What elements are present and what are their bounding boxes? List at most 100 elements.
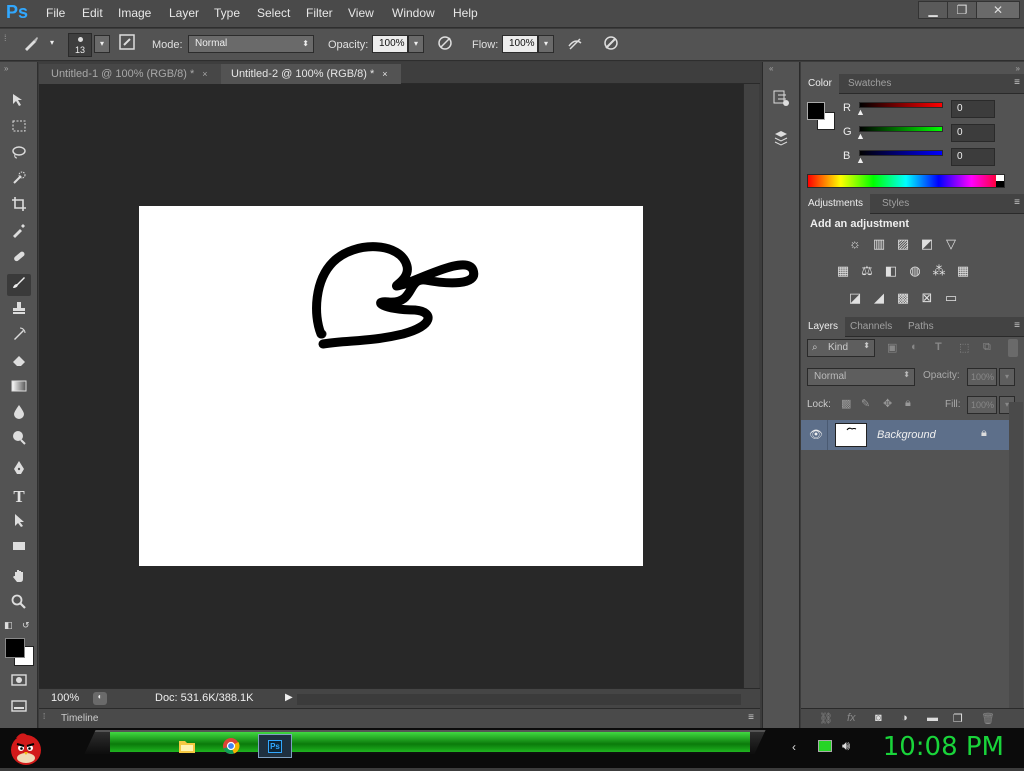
filter-pixel-icon[interactable]: ▣ — [887, 341, 897, 354]
healing-brush-tool-icon[interactable] — [7, 248, 31, 270]
menu-window[interactable]: Window — [392, 6, 435, 20]
selective-color-icon[interactable]: ▭ — [941, 289, 961, 307]
explorer-folder-icon[interactable] — [178, 738, 196, 754]
new-adjustment-layer-icon[interactable]: ◑ — [901, 712, 908, 724]
layer-kind-filter[interactable]: ⌕ Kind ⬍ — [807, 339, 875, 357]
brush-preset-icon[interactable] — [20, 34, 42, 56]
brush-panel-toggle-icon[interactable] — [116, 34, 138, 56]
close-icon[interactable]: × — [202, 69, 207, 79]
tab-layers[interactable]: Layers — [801, 317, 846, 337]
taskbar-clock[interactable]: 10:08 PM — [883, 732, 1004, 762]
chrome-icon[interactable] — [222, 737, 240, 755]
opacity-dropdown-icon[interactable]: ▾ — [999, 368, 1015, 386]
lock-position-icon[interactable]: ✥ — [883, 397, 892, 410]
brightness-contrast-icon[interactable]: ☼ — [845, 235, 865, 253]
menu-help[interactable]: Help — [453, 6, 478, 20]
timeline-label[interactable]: Timeline — [61, 713, 98, 724]
delete-layer-icon[interactable]: 🗑︎ — [981, 712, 995, 725]
quick-selection-tool-icon[interactable] — [7, 170, 31, 192]
collapse-strip-icon[interactable]: « — [769, 64, 773, 73]
marquee-tool-icon[interactable] — [7, 118, 31, 140]
levels-icon[interactable]: ▥ — [869, 235, 889, 253]
brush-preset-dropdown-icon[interactable]: ▾ — [44, 35, 60, 53]
menu-select[interactable]: Select — [257, 6, 290, 20]
layers-scrollbar[interactable] — [1009, 402, 1023, 710]
filter-shape-icon[interactable]: ⬚ — [959, 341, 969, 354]
panel-menu-icon[interactable]: ≡ — [748, 712, 754, 723]
photo-filter-icon[interactable]: ◍ — [905, 262, 925, 280]
network-tray-icon[interactable] — [818, 740, 832, 752]
posterize-icon[interactable]: ◢ — [869, 289, 889, 307]
panel-menu-icon[interactable]: ≡ — [1014, 77, 1020, 88]
black-white-icon[interactable]: ◧ — [881, 262, 901, 280]
layer-opacity-input[interactable]: 100% — [967, 368, 997, 386]
eyedropper-tool-icon[interactable] — [7, 222, 31, 244]
history-brush-tool-icon[interactable] — [7, 326, 31, 348]
layer-style-icon[interactable]: fx — [847, 712, 856, 724]
eye-visibility-icon[interactable]: 👁︎ — [809, 428, 823, 441]
status-options-icon[interactable]: ◐ — [93, 692, 107, 705]
tab-untitled-2[interactable]: Untitled-2 @ 100% (RGB/8) * × — [221, 64, 401, 84]
close-icon[interactable]: × — [382, 69, 387, 79]
collapse-toolbox-icon[interactable]: » — [4, 64, 8, 73]
zoom-level[interactable]: 100% — [51, 692, 79, 704]
foreground-color-swatch[interactable] — [807, 102, 825, 120]
menu-filter[interactable]: Filter — [306, 6, 333, 20]
menu-file[interactable]: File — [46, 6, 65, 20]
close-button[interactable]: ✕ — [976, 1, 1020, 19]
slider-thumb-icon[interactable]: ▲ — [856, 155, 865, 165]
slider-thumb-icon[interactable]: ▲ — [856, 107, 865, 117]
tab-untitled-1[interactable]: Untitled-1 @ 100% (RGB/8) * × — [39, 64, 221, 84]
color-spectrum-bar[interactable] — [807, 174, 1005, 188]
pressure-opacity-icon[interactable] — [434, 34, 456, 56]
filter-smart-object-icon[interactable]: ⧉ — [983, 341, 991, 354]
layer-row-background[interactable]: 👁︎ Background 🔒︎ — [801, 420, 1009, 450]
color-lookup-icon[interactable]: ▦ — [953, 262, 973, 280]
invert-icon[interactable]: ◪ — [845, 289, 865, 307]
vertical-scrollbar[interactable] — [743, 84, 759, 688]
minimize-button[interactable]: ▁ — [918, 1, 948, 19]
tab-swatches[interactable]: Swatches — [841, 74, 898, 94]
layer-thumbnail[interactable] — [835, 423, 867, 447]
tray-expand-icon[interactable]: ‹ — [792, 740, 796, 754]
black-white-ramp[interactable] — [996, 175, 1004, 187]
move-tool-icon[interactable] — [7, 92, 31, 114]
panel-menu-icon[interactable]: ≡ — [1014, 320, 1020, 331]
hue-saturation-icon[interactable]: ▦ — [833, 262, 853, 280]
blur-tool-icon[interactable] — [7, 404, 31, 426]
gradient-tool-icon[interactable] — [7, 378, 31, 400]
new-layer-icon[interactable]: ❐ — [953, 712, 963, 725]
volume-tray-icon[interactable]: 🔊︎ — [842, 738, 850, 754]
add-mask-icon[interactable]: ◙ — [875, 712, 882, 724]
screen-mode-icon[interactable] — [7, 698, 31, 720]
pen-tool-icon[interactable] — [7, 460, 31, 482]
dodge-tool-icon[interactable] — [7, 430, 31, 452]
link-layers-icon[interactable]: ⛓ — [819, 712, 833, 725]
status-menu-arrow-icon[interactable]: ▶ — [285, 692, 293, 703]
tab-color[interactable]: Color — [801, 74, 839, 94]
new-group-icon[interactable]: ▬ — [927, 712, 938, 724]
panel-menu-icon[interactable]: ≡ — [1014, 197, 1020, 208]
tab-paths[interactable]: Paths — [901, 317, 941, 337]
history-panel-icon[interactable] — [771, 88, 793, 110]
red-value-field[interactable]: 0 — [951, 100, 995, 118]
rectangle-tool-icon[interactable] — [7, 538, 31, 560]
channel-mixer-icon[interactable]: ⁂ — [929, 262, 949, 280]
hand-tool-icon[interactable] — [7, 568, 31, 590]
tab-adjustments[interactable]: Adjustments — [801, 194, 871, 214]
default-colors-icon[interactable]: ◧ — [4, 620, 13, 631]
color-balance-icon[interactable]: ⚖ — [857, 262, 877, 280]
brush-size-dropdown-icon[interactable]: ▾ — [94, 35, 110, 53]
gradient-map-icon[interactable]: ⊠ — [917, 289, 937, 307]
green-value-field[interactable]: 0 — [951, 124, 995, 142]
properties-panel-icon[interactable] — [771, 128, 793, 150]
clone-stamp-tool-icon[interactable] — [7, 300, 31, 322]
fill-input[interactable]: 100% — [967, 396, 997, 414]
restore-button[interactable]: ❐ — [947, 1, 977, 19]
green-slider[interactable] — [859, 126, 943, 132]
eraser-tool-icon[interactable] — [7, 352, 31, 374]
layer-name[interactable]: Background — [877, 429, 936, 441]
menu-view[interactable]: View — [348, 6, 374, 20]
menu-layer[interactable]: Layer — [169, 6, 199, 20]
brush-size-picker[interactable]: 13 — [68, 33, 92, 57]
